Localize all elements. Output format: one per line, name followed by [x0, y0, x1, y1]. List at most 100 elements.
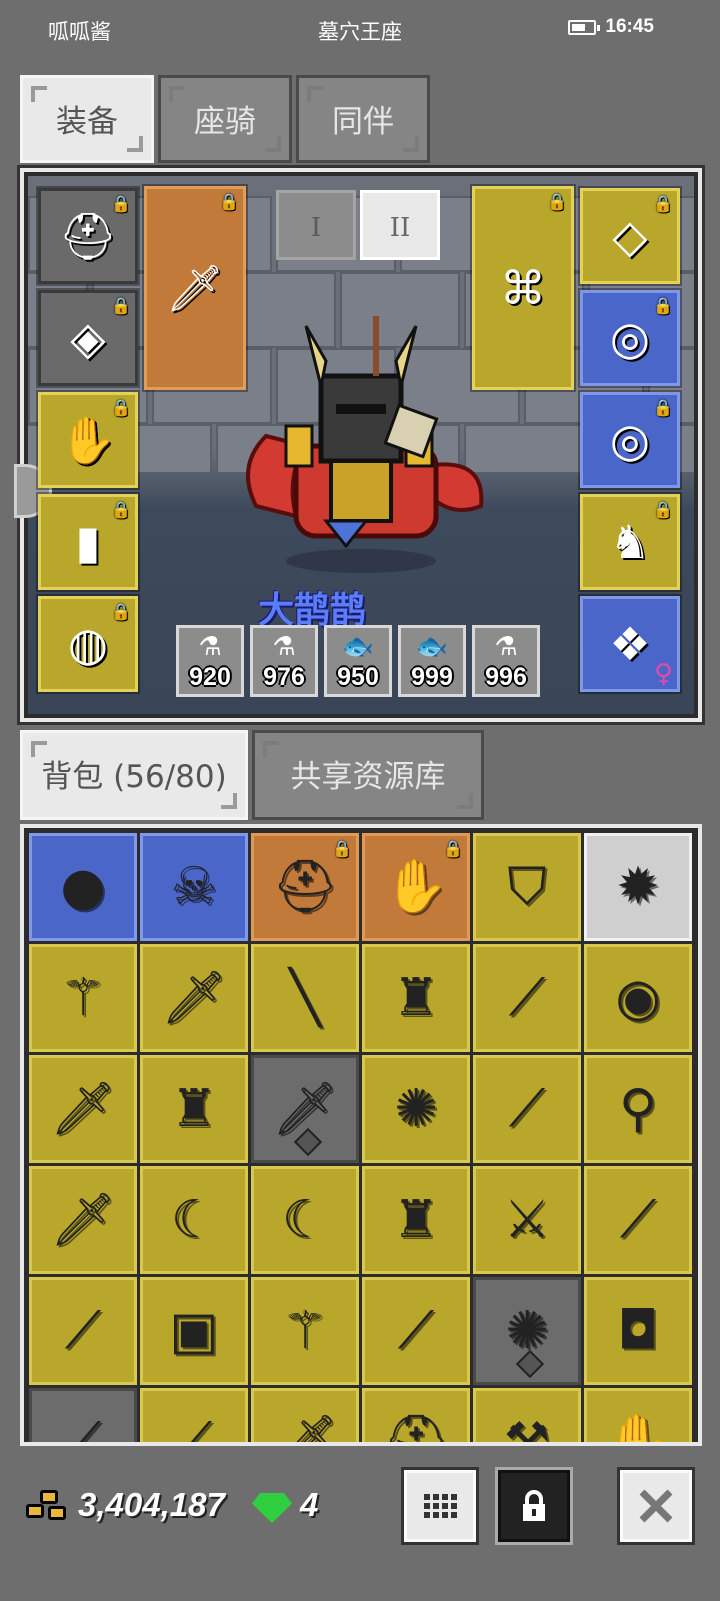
female-icon: ♀ — [653, 659, 673, 689]
inventory-slot[interactable]: ✺ — [473, 1277, 581, 1385]
equip-slot-offhand[interactable]: ⌘ 🔒 — [470, 184, 576, 392]
ruby-ring-icon: ◎ — [609, 311, 651, 365]
bow-icon: ⟋ — [175, 1412, 213, 1446]
inventory-slot[interactable]: ● — [29, 833, 137, 941]
sort-grid-button[interactable] — [401, 1467, 479, 1545]
consumable-slot[interactable]: ⚗ 976 — [250, 625, 318, 697]
inventory-slot[interactable]: ╲ — [251, 944, 359, 1052]
inventory-slot[interactable]: ✋ — [584, 1388, 692, 1442]
bone-dagger-icon: ⟋ — [508, 968, 546, 1028]
inventory-slot[interactable]: ⟋ — [473, 944, 581, 1052]
blue-bird-icon: ❖ — [609, 617, 651, 671]
close-button[interactable] — [617, 1467, 695, 1545]
tab-mount[interactable]: 座骑 — [158, 75, 292, 163]
inventory-slot[interactable]: ◉ — [584, 944, 692, 1052]
inventory-slot[interactable]: ⚚ — [251, 1277, 359, 1385]
inventory-slot[interactable]: ⛉ — [473, 833, 581, 941]
equip-slot-armor[interactable]: ◈ 🔒 — [36, 288, 140, 388]
equip-slot-weapon[interactable]: 🗡 🔒 — [142, 184, 248, 392]
equip-slot-companion[interactable]: ❖ ♀ — [578, 594, 682, 694]
equip-slot-ring-2[interactable]: ◎ 🔒 — [578, 390, 682, 490]
bone-shield-icon: ⌘ — [500, 261, 546, 315]
lock-icon: 🔒 — [219, 192, 239, 211]
inventory-slot[interactable]: ⚚ — [29, 944, 137, 1052]
red-gauntlet-icon: ✋ — [383, 857, 449, 917]
inventory-slot[interactable]: ⟋ — [29, 1277, 137, 1385]
inventory-slot[interactable]: ⟋ — [362, 1277, 470, 1385]
consumable-count: 996 — [485, 663, 527, 691]
equip-slot-mount[interactable]: ♞ 🔒 — [578, 492, 682, 592]
consumable-slot[interactable]: ⚗ 920 — [176, 625, 244, 697]
inventory-slot[interactable]: ⚔ — [473, 1166, 581, 1274]
inventory-slot[interactable]: 🗡 — [140, 944, 248, 1052]
inventory-slot[interactable]: ⚲ — [584, 1055, 692, 1163]
skull-mask-icon: ☠ — [170, 857, 218, 917]
consumable-slot[interactable]: ⚗ 996 — [472, 625, 540, 697]
tab-label: 同伴 — [332, 104, 394, 140]
clock: 16:45 — [605, 16, 654, 37]
lock-icon: 🔒 — [653, 500, 673, 519]
tab-label: 座骑 — [194, 104, 256, 140]
inventory-slot[interactable]: ⟋ — [584, 1166, 692, 1274]
potion-icon: ⚗ — [198, 632, 222, 662]
inventory-slot[interactable]: 🗡 — [29, 1055, 137, 1163]
morning-star-icon: ✺ — [394, 1079, 438, 1139]
inventory-slot[interactable]: 🗡 — [251, 1388, 359, 1442]
inventory-slot[interactable]: ⟋ — [473, 1055, 581, 1163]
tab-shared-storage[interactable]: 共享资源库 — [252, 730, 484, 820]
lock-icon: 🔒 — [111, 500, 131, 519]
inventory-slot[interactable]: ⚒ — [473, 1388, 581, 1442]
loadout-page-two-button[interactable]: II — [360, 190, 440, 260]
inventory-slot[interactable]: 🗡 — [251, 1055, 359, 1163]
trident-icon: ⚚ — [59, 968, 107, 1028]
morning-star-icon: ✺ — [505, 1301, 549, 1361]
inventory-slot[interactable]: ✺ — [362, 1055, 470, 1163]
lock-icon: 🔒 — [111, 194, 131, 213]
fish-icon: 🐟 — [341, 632, 375, 662]
inventory-slot[interactable]: ⟋ — [29, 1388, 137, 1442]
inventory-slot[interactable]: ☾ — [251, 1166, 359, 1274]
consumable-count: 950 — [337, 663, 379, 691]
red-armor-icon: ♜ — [170, 1079, 218, 1139]
battery-icon — [568, 20, 600, 35]
equip-slot-necklace[interactable]: ◇ 🔒 — [578, 186, 682, 286]
equip-slot-ring-1[interactable]: ◎ 🔒 — [578, 288, 682, 388]
staff-icon: ╲ — [289, 968, 321, 1028]
inventory-slot[interactable]: ♜ — [140, 1055, 248, 1163]
loadout-page-one-button[interactable]: I — [276, 190, 356, 260]
consumable-slot[interactable]: 🐟 950 — [324, 625, 392, 697]
consumable-count: 999 — [411, 663, 453, 691]
inventory-slot[interactable]: ⛑ — [362, 1388, 470, 1442]
consumable-count: 920 — [189, 663, 231, 691]
tab-backpack[interactable]: 背包 (56/80) — [20, 730, 248, 820]
trident-icon: ⚚ — [281, 1301, 329, 1361]
inventory-slot[interactable]: 🗡 — [29, 1166, 137, 1274]
tab-equipment[interactable]: 装备 — [20, 75, 154, 163]
red-dragon-icon: ♞ — [609, 515, 651, 569]
inventory-slot[interactable]: ♜ — [362, 944, 470, 1052]
fish-icon: 🐟 — [415, 632, 449, 662]
inventory-slot[interactable]: ☾ — [140, 1166, 248, 1274]
gold-amount: 3,404,187 — [78, 1486, 225, 1523]
lock-toggle-button[interactable] — [495, 1467, 573, 1545]
belt-icon: ◍ — [67, 617, 109, 671]
inventory-slot[interactable]: ☠ — [140, 833, 248, 941]
spiked-ball-icon: ✹ — [616, 857, 660, 917]
inventory-slot[interactable]: ✹ — [584, 833, 692, 941]
lock-icon: 🔒 — [653, 398, 673, 417]
equip-slot-leggings[interactable]: ▮ 🔒 — [36, 492, 140, 592]
inventory-slot[interactable]: ♜ — [362, 1166, 470, 1274]
tab-label: 装备 — [56, 104, 118, 140]
equip-slot-gloves[interactable]: ✋ 🔒 — [36, 390, 140, 490]
inventory-slot[interactable]: ◘ — [584, 1277, 692, 1385]
chainmail-icon: ▣ — [169, 1301, 219, 1361]
emerald-icon — [252, 1493, 292, 1523]
equip-slot-helmet[interactable]: ⛑ 🔒 — [36, 186, 140, 286]
inventory-slot[interactable]: ⟋ — [140, 1388, 248, 1446]
inventory-slot[interactable]: ▣ — [140, 1277, 248, 1385]
inventory-slot[interactable]: ⛑ 🔒 — [251, 833, 359, 941]
inventory-slot[interactable]: ✋ 🔒 — [362, 833, 470, 941]
equip-slot-boots[interactable]: ◍ 🔒 — [36, 594, 140, 694]
tab-companion[interactable]: 同伴 — [296, 75, 430, 163]
consumable-slot[interactable]: 🐟 999 — [398, 625, 466, 697]
